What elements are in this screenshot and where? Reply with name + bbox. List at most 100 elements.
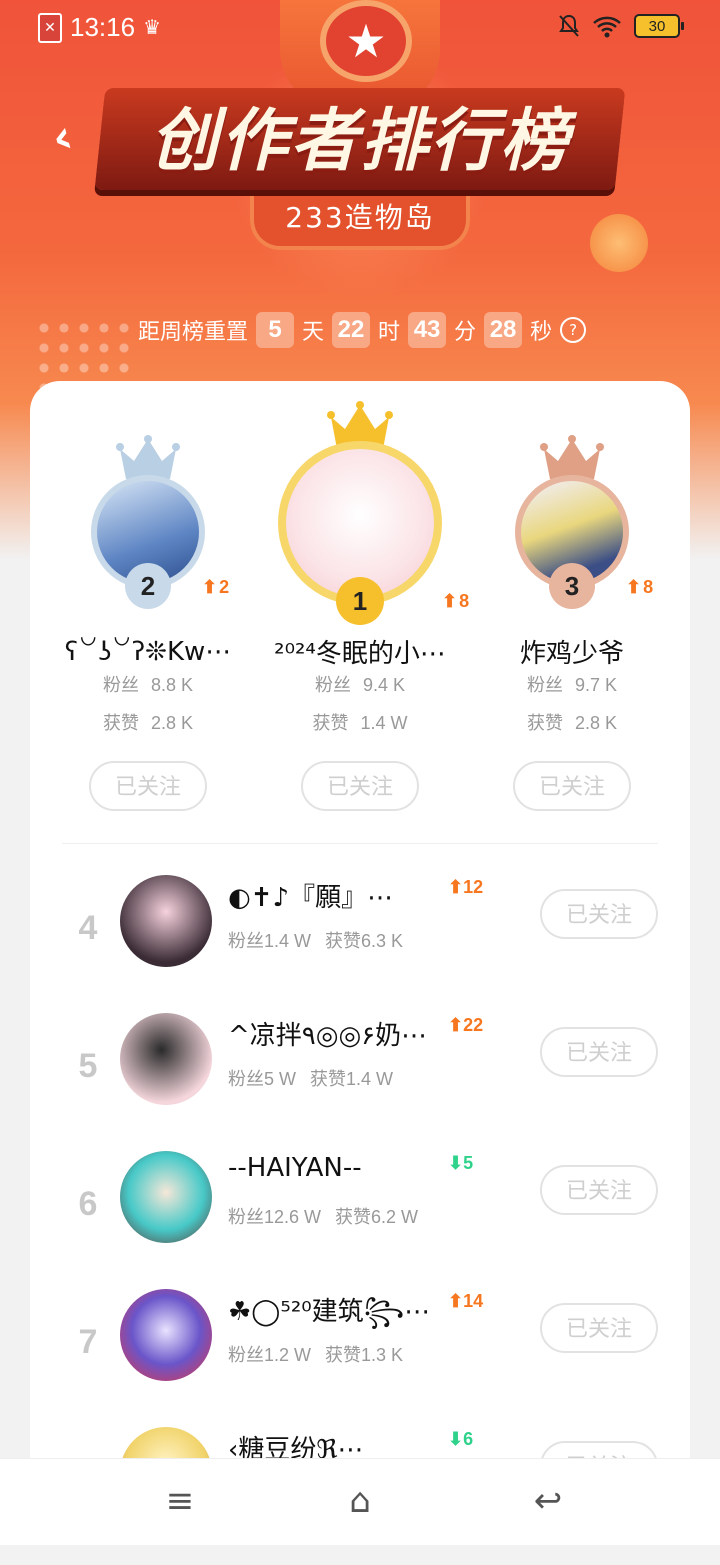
follow-button[interactable]: 已关注	[540, 889, 658, 939]
countdown-minutes: 43	[408, 312, 447, 348]
creator-name[interactable]: ʕ꒡ʖ꒡ʔ❊Kw⋯	[42, 633, 254, 667]
likes-stat: 获赞 1.4 W	[254, 709, 466, 735]
mute-bell-icon	[559, 14, 579, 37]
creator-stats: 粉丝1.2 W 获赞1.3 K	[228, 1341, 417, 1367]
system-nav-bar: ≡ ⌂ ↩	[0, 1458, 720, 1545]
list-item[interactable]: 5 ^凉拌٩◎◎۶奶⋯ ⬆22 粉丝5 W 获赞1.4 W 已关注	[30, 1013, 690, 1151]
creator-name[interactable]: ◐✝♪『願』⋯	[228, 877, 428, 914]
rank-number: 6	[78, 1185, 98, 1223]
up-arrow-icon: ⬆	[448, 877, 464, 897]
likes-label: 获赞	[312, 713, 349, 734]
fans-value: 5 W	[264, 1069, 297, 1089]
likes-value: 2.8 K	[150, 713, 194, 733]
rank-change-value: 6	[463, 1429, 474, 1449]
countdown-hours: 22	[332, 312, 371, 348]
back-icon[interactable]: ↩	[518, 1481, 578, 1521]
down-arrow-icon: ⬇	[448, 1429, 464, 1449]
likes-value: 6.3 K	[361, 931, 404, 951]
likes-label: 获赞	[335, 1207, 372, 1228]
up-arrow-icon: ⬆	[442, 591, 458, 611]
countdown-hours-unit: 时	[378, 320, 401, 345]
likes-value: 2.8 K	[574, 713, 618, 733]
follow-button[interactable]: 已关注	[540, 1027, 658, 1077]
up-arrow-icon: ⬆	[448, 1291, 464, 1311]
list-item[interactable]: 4 ◐✝♪『願』⋯ ⬆12 粉丝1.4 W 获赞6.3 K 已关注	[30, 875, 690, 1013]
up-arrow-icon: ⬆	[448, 1015, 464, 1035]
countdown-minutes-unit: 分	[454, 320, 477, 345]
wifi-icon	[593, 16, 621, 38]
creator-name[interactable]: ²⁰²⁴冬眠的小⋯	[254, 633, 466, 670]
avatar[interactable]	[120, 875, 212, 967]
coin-icon	[581, 205, 657, 281]
likes-label: 获赞	[325, 1345, 362, 1366]
follow-button[interactable]: 已关注	[540, 1303, 658, 1353]
page-title: 创作者排行榜	[149, 102, 570, 181]
back-arrow-icon[interactable]: ‹	[35, 108, 89, 165]
likes-label: 获赞	[325, 931, 362, 952]
rank-change-value: 8	[643, 577, 654, 597]
creator-name[interactable]: 炸鸡少爷	[466, 633, 678, 670]
rank-badge: 2	[125, 563, 171, 609]
fans-value: 9.7 K	[574, 675, 618, 695]
avatar[interactable]	[120, 1289, 212, 1381]
countdown-seconds: 28	[484, 312, 523, 348]
fans-label: 粉丝	[228, 931, 264, 952]
likes-value: 1.3 K	[361, 1345, 404, 1365]
up-arrow-icon: ⬆	[202, 577, 218, 597]
rank-number: 4	[78, 909, 98, 947]
likes-value: 1.4 W	[360, 713, 408, 733]
rank-change: ⬆22	[448, 1015, 483, 1036]
divider	[62, 843, 658, 844]
status-left: ✕ 13:16 ♛	[38, 12, 161, 43]
leaderboard-card: 2 ⬆ 2 ʕ꒡ʖ꒡ʔ❊Kw⋯ 粉丝 8.8 K 获赞 2.8 K 已关注 1 ⬆ 8 …	[30, 381, 690, 1544]
fans-label: 粉丝	[228, 1207, 264, 1228]
rank-badge: 3	[549, 563, 595, 609]
status-right: 30	[558, 14, 684, 38]
fans-value: 8.8 K	[150, 675, 194, 695]
fans-label: 粉丝	[228, 1069, 264, 1090]
status-time: 13:16	[70, 12, 136, 42]
reset-countdown: 距周榜重置 5 天 22 时 43 分 28 秒 ?	[138, 312, 587, 348]
creator-stats: 粉丝5 W 获赞1.4 W	[228, 1065, 407, 1091]
list-item[interactable]: 6 --HAIYAN-- ⬇5 粉丝12.6 W 获赞6.2 W 已关注	[30, 1151, 690, 1289]
fans-label: 粉丝	[526, 675, 563, 696]
rank-change-value: 8	[459, 591, 470, 611]
follow-button[interactable]: 已关注	[89, 761, 207, 811]
follow-button[interactable]: 已关注	[540, 1165, 658, 1215]
fans-stat: 粉丝 9.4 K	[254, 671, 466, 697]
likes-label: 获赞	[102, 713, 139, 734]
menu-icon[interactable]: ≡	[150, 1481, 210, 1521]
rank-change: ⬇5	[448, 1153, 473, 1174]
creator-stats: 粉丝1.4 W 获赞6.3 K	[228, 927, 417, 953]
countdown-label: 距周榜重置	[138, 320, 249, 345]
rank-change-value: 14	[463, 1291, 484, 1311]
up-arrow-icon: ⬆	[626, 577, 642, 597]
rank-number: 7	[78, 1323, 98, 1361]
countdown-days-unit: 天	[302, 320, 325, 345]
rank-change: ⬆ 2	[202, 577, 229, 598]
fans-value: 9.4 K	[362, 675, 406, 695]
countdown-days: 5	[256, 312, 295, 348]
home-icon[interactable]: ⌂	[330, 1481, 390, 1521]
rank-change-value: 2	[219, 577, 230, 597]
avatar[interactable]	[120, 1013, 212, 1105]
list-item[interactable]: 7 ☘◯⁵²⁰建筑꧂⋯ ⬆14 粉丝1.2 W 获赞1.3 K 已关注	[30, 1289, 690, 1427]
likes-value: 1.4 W	[346, 1069, 394, 1089]
fans-value: 12.6 W	[264, 1207, 322, 1227]
fans-value: 1.2 W	[264, 1345, 312, 1365]
help-icon[interactable]: ?	[560, 317, 587, 343]
creator-name[interactable]: ☘◯⁵²⁰建筑꧂⋯	[228, 1291, 428, 1344]
likes-value: 6.2 W	[371, 1207, 419, 1227]
countdown-seconds-unit: 秒	[530, 320, 553, 345]
likes-stat: 获赞 2.8 K	[42, 709, 254, 735]
follow-button[interactable]: 已关注	[301, 761, 419, 811]
creator-name[interactable]: ^凉拌٩◎◎۶奶⋯	[228, 1015, 428, 1052]
rank-change-value: 5	[463, 1153, 474, 1173]
crown-notification-icon: ♛	[143, 17, 162, 39]
follow-button[interactable]: 已关注	[513, 761, 631, 811]
avatar[interactable]	[120, 1151, 212, 1243]
likes-label: 获赞	[310, 1069, 347, 1090]
creator-name[interactable]: --HAIYAN--	[228, 1153, 428, 1183]
rank-change-value: 12	[463, 877, 484, 897]
page-subtitle: 233造物岛	[285, 201, 435, 234]
